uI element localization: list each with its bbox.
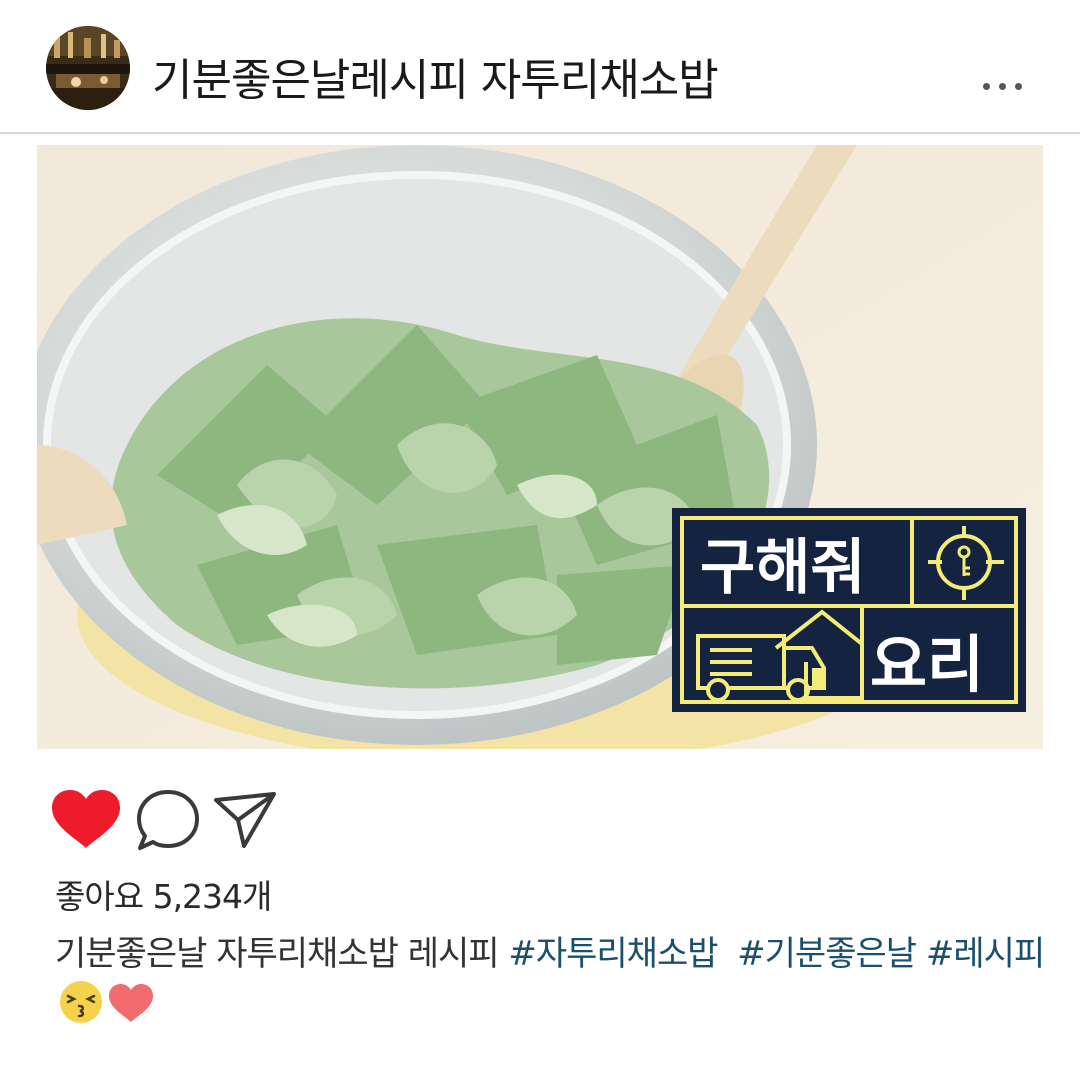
logo-line2: 요리 [870,628,984,701]
profile-avatar[interactable] [46,26,130,110]
more-options-icon[interactable] [972,68,1032,104]
avatar-image [46,26,130,110]
heart-emoji [109,984,153,1022]
post-caption: 기분좋은날 자투리채소밥 레시피 #자투리채소밥 #기분좋은날 #레시피 [55,930,1045,978]
share-icon[interactable] [210,786,280,854]
caption-text: 기분좋은날 자투리채소밥 레시피 [55,934,500,974]
kissing-face-emoji [60,981,102,1023]
post-username[interactable]: 기분좋은날레시피 자투리채소밥 [152,50,719,112]
likes-count[interactable]: 좋아요 5,234개 [55,874,272,920]
hashtag-link[interactable]: #레시피 [926,934,1045,974]
post-header: 기분좋은날레시피 자투리채소밥 [0,0,1080,134]
hashtag-link[interactable]: #자투리채소밥 [508,934,718,974]
caption-emojis [60,981,153,1023]
heart-icon[interactable] [48,786,124,854]
hashtag-link[interactable]: #기분좋은날 [737,934,917,974]
post-image: 구해줘 요리 [37,145,1043,749]
logo-line1: 구해줘 [700,533,866,603]
comment-icon[interactable] [134,786,202,854]
show-logo: 구해줘 요리 [672,508,1026,712]
